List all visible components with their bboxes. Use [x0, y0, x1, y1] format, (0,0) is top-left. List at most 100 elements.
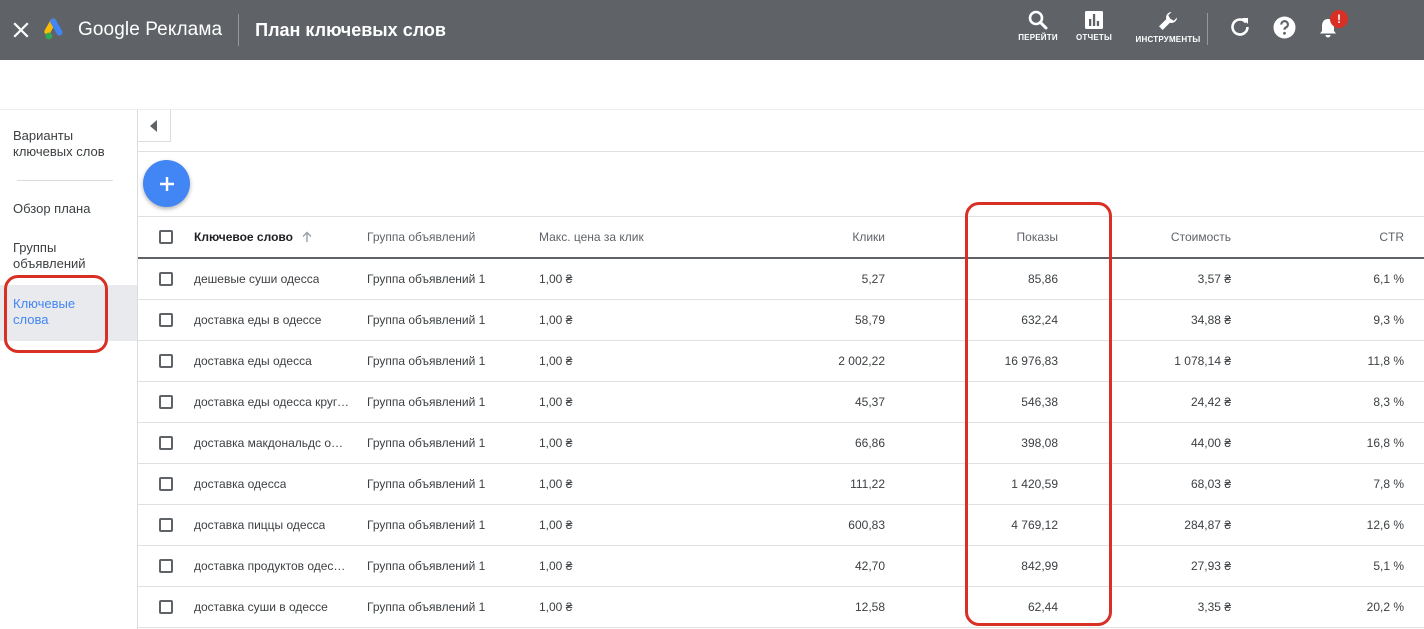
sidebar-item-keywords[interactable]: Ключевые слова — [13, 296, 93, 328]
column-header-impressions[interactable]: Показы — [898, 217, 1058, 257]
table-row[interactable]: доставка суши в одессе Группа объявлений… — [138, 587, 1424, 628]
column-header-keyword[interactable]: Ключевое слово — [194, 217, 352, 257]
ctr-cell: 7,8 % — [1373, 477, 1404, 491]
table-row[interactable]: дешевые суши одесса Группа объявлений 1 … — [138, 259, 1424, 300]
impressions-cell: 85,86 — [1027, 272, 1058, 286]
table-row[interactable]: доставка макдональдс о… Группа объявлени… — [138, 423, 1424, 464]
clicks-cell: 5,27 — [861, 272, 885, 286]
ad-group-cell: Группа объявлений 1 — [367, 395, 486, 409]
cost-cell: 1 078,14 ₴ — [1174, 354, 1231, 368]
sidebar-divider — [17, 180, 113, 181]
row-checkbox[interactable] — [159, 354, 173, 368]
header-tools-divider — [1207, 13, 1208, 45]
cost-cell: 24,42 ₴ — [1190, 395, 1231, 409]
table-row[interactable]: доставка еды в одессе Группа объявлений … — [138, 300, 1424, 341]
go-to-button[interactable]: ПЕРЕЙТИ — [1010, 0, 1066, 60]
row-checkbox[interactable] — [159, 395, 173, 409]
table-header: Ключевое слово Группа объявлений Макс. ц… — [138, 216, 1424, 259]
ad-group-cell: Группа объявлений 1 — [367, 518, 486, 532]
impressions-cell: 632,24 — [1021, 313, 1058, 327]
row-checkbox[interactable] — [159, 477, 173, 491]
max-cpc-cell[interactable]: 1,00 ₴ — [539, 423, 679, 463]
impressions-cell: 4 769,12 — [1011, 518, 1058, 532]
clicks-cell: 58,79 — [854, 313, 885, 327]
reports-button[interactable]: ОТЧЕТЫ — [1068, 0, 1120, 60]
tools-label: ИНСТРУМЕНТЫ — [1135, 35, 1201, 44]
keyword-text: доставка одесса — [194, 477, 287, 491]
ad-group-cell: Группа объявлений 1 — [367, 272, 486, 286]
clicks-cell: 600,83 — [848, 518, 885, 532]
ctr-cell: 11,8 % — [1367, 354, 1404, 368]
max-cpc-cell[interactable]: 1,00 ₴ — [539, 505, 679, 545]
clicks-cell: 45,37 — [854, 395, 885, 409]
ctr-cell: 5,1 % — [1373, 559, 1404, 573]
keyword-text: доставка еды одесса — [194, 354, 312, 368]
table-row[interactable]: доставка еды одесса Группа объявлений 1 … — [138, 341, 1424, 382]
column-header-clicks[interactable]: Клики — [698, 217, 885, 257]
top-bar: Google Реклама План ключевых слов ПЕРЕЙТ… — [0, 0, 1424, 60]
keyword-cell: доставка продуктов одес… — [194, 546, 352, 586]
refresh-icon[interactable] — [1229, 16, 1251, 38]
column-header-ad-group[interactable]: Группа объявлений — [367, 217, 517, 257]
chevron-left-icon — [150, 119, 157, 132]
table-row[interactable]: доставка продуктов одес… Группа объявлен… — [138, 546, 1424, 587]
table-row[interactable]: доставка еды одесса кругл… Группа объявл… — [138, 382, 1424, 423]
impressions-cell: 16 976,83 — [1004, 354, 1058, 368]
column-header-max-cpc[interactable]: Макс. цена за клик — [539, 217, 679, 257]
impressions-cell: 842,99 — [1021, 559, 1058, 573]
ad-group-cell: Группа объявлений 1 — [367, 600, 486, 614]
header-divider — [238, 14, 240, 46]
sort-ascending-icon — [302, 231, 312, 242]
table-row[interactable]: доставка одесса Группа объявлений 1 1,00… — [138, 464, 1424, 505]
keyword-cell: доставка пиццы одесса — [194, 505, 352, 545]
keyword-cell: доставка еды одесса кругл… — [194, 382, 352, 422]
table-row[interactable]: доставка пиццы одесса Группа объявлений … — [138, 505, 1424, 546]
keyword-text: доставка макдональдс о… — [194, 436, 344, 450]
keyword-text: доставка еды в одессе — [194, 313, 322, 327]
impressions-cell: 398,08 — [1021, 436, 1058, 450]
help-icon[interactable] — [1273, 16, 1296, 39]
search-icon — [1028, 10, 1048, 30]
row-checkbox[interactable] — [159, 272, 173, 286]
column-header-cost[interactable]: Стоимость — [1078, 217, 1231, 257]
cost-cell: 68,03 ₴ — [1190, 477, 1231, 491]
ad-group-cell: Группа объявлений 1 — [367, 354, 486, 368]
row-checkbox[interactable] — [159, 518, 173, 532]
clicks-cell: 66,86 — [854, 436, 885, 450]
sidebar-item-ad-groups[interactable]: Группы объявлений — [13, 240, 103, 272]
row-checkbox[interactable] — [159, 436, 173, 450]
max-cpc-cell[interactable]: 1,00 ₴ — [539, 341, 679, 381]
max-cpc-cell[interactable]: 1,00 ₴ — [539, 382, 679, 422]
collapse-sidebar-button[interactable] — [138, 110, 171, 142]
keyword-cell: доставка суши в одессе — [194, 587, 352, 627]
max-cpc-cell[interactable]: 1,00 ₴ — [539, 300, 679, 340]
ctr-cell: 9,3 % — [1373, 313, 1404, 327]
add-keyword-button[interactable] — [143, 160, 190, 207]
tools-button[interactable]: ИНСТРУМЕНТЫ — [1132, 0, 1204, 60]
column-header-ctr[interactable]: CTR — [1248, 217, 1404, 257]
cost-cell: 3,57 ₴ — [1197, 272, 1231, 286]
max-cpc-cell[interactable]: 1,00 ₴ — [539, 259, 679, 299]
reports-icon — [1085, 11, 1103, 29]
google-ads-logo[interactable]: Google Реклама — [42, 0, 222, 60]
max-cpc-cell[interactable]: 1,00 ₴ — [539, 587, 679, 627]
max-cpc-cell[interactable]: 1,00 ₴ — [539, 546, 679, 586]
toolbar-band — [0, 60, 1424, 110]
close-icon[interactable] — [0, 0, 42, 60]
row-checkbox[interactable] — [159, 313, 173, 327]
clicks-cell: 111,22 — [850, 477, 885, 491]
max-cpc-cell[interactable]: 1,00 ₴ — [539, 464, 679, 504]
row-checkbox[interactable] — [159, 559, 173, 573]
impressions-cell: 62,44 — [1027, 600, 1058, 614]
select-all-checkbox[interactable] — [159, 230, 173, 244]
impressions-cell: 1 420,59 — [1011, 477, 1058, 491]
keyword-cell: доставка макдональдс о… — [194, 423, 352, 463]
notification-badge[interactable]: ! — [1330, 10, 1348, 28]
sidebar-item-plan-overview[interactable]: Обзор плана — [13, 201, 90, 217]
clicks-cell: 12,58 — [854, 600, 885, 614]
sidebar-item-keyword-ideas[interactable]: Варианты ключевых слов — [13, 128, 123, 160]
google-ads-logo-icon — [44, 18, 63, 40]
clicks-cell: 42,70 — [854, 559, 885, 573]
ctr-cell: 8,3 % — [1373, 395, 1404, 409]
row-checkbox[interactable] — [159, 600, 173, 614]
